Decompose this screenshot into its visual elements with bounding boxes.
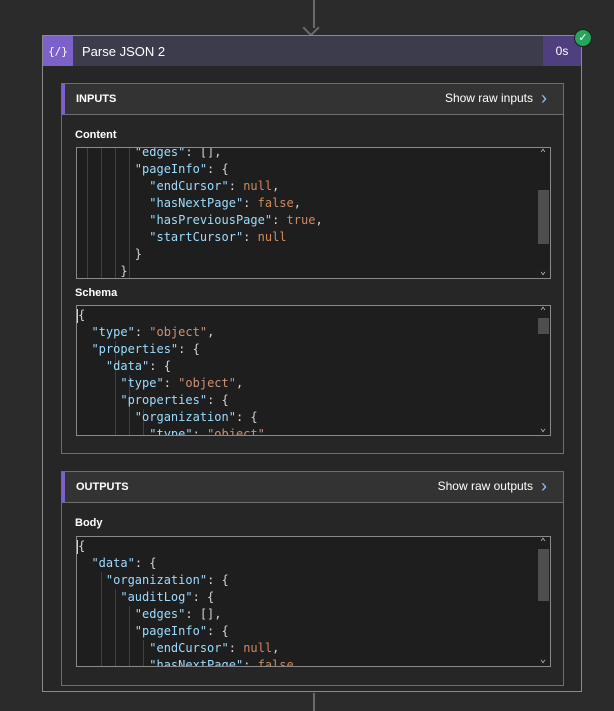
action-header[interactable]: {/} Parse JSON 2 0s — [43, 36, 581, 66]
chevron-up-icon[interactable]: ⌃ — [536, 148, 550, 160]
arrow-down-icon — [302, 19, 320, 37]
content-scroll-thumb[interactable] — [538, 190, 549, 244]
content-code-viewer[interactable]: "edges": [], "pageInfo": { "endCursor": … — [76, 147, 551, 279]
content-label: Content — [75, 129, 117, 141]
inputs-section: INPUTS Show raw inputs › Content "edges"… — [61, 83, 564, 454]
show-raw-inputs-link[interactable]: Show raw inputs › — [444, 88, 547, 108]
outputs-title: OUTPUTS — [76, 481, 129, 493]
schema-scroll-thumb[interactable] — [538, 318, 549, 334]
body-label: Body — [75, 517, 103, 529]
chevron-down-icon[interactable]: ⌄ — [536, 654, 550, 666]
action-title: Parse JSON 2 — [82, 44, 166, 59]
chevron-down-icon[interactable]: ⌄ — [536, 423, 550, 435]
chevron-down-icon[interactable]: ⌄ — [536, 266, 550, 278]
chevron-right-icon: › — [541, 88, 547, 108]
schema-scrollbar[interactable]: ⌃ ⌄ — [536, 306, 550, 435]
content-code-lines: "edges": [], "pageInfo": { "endCursor": … — [77, 148, 323, 278]
checkmark-icon: ✓ — [574, 29, 592, 47]
show-raw-inputs-label: Show raw inputs — [444, 91, 533, 105]
chevron-up-icon[interactable]: ⌃ — [536, 306, 550, 318]
flow-connector-bottom — [313, 693, 315, 711]
body-scrollbar[interactable]: ⌃ ⌄ — [536, 537, 550, 666]
outputs-header: OUTPUTS Show raw outputs › — [62, 472, 563, 503]
schema-code-lines: { "type": "object", "properties": { "dat… — [77, 308, 265, 435]
show-raw-outputs-link[interactable]: Show raw outputs › — [437, 476, 547, 496]
body-code-lines: { "data": { "organization": { "auditLog"… — [77, 539, 301, 666]
schema-code-viewer[interactable]: { "type": "object", "properties": { "dat… — [76, 305, 551, 436]
body-scroll-thumb[interactable] — [538, 549, 549, 601]
chevron-right-icon: › — [541, 476, 547, 496]
inputs-header: INPUTS Show raw inputs › — [62, 84, 563, 115]
content-scrollbar[interactable]: ⌃ ⌄ — [536, 148, 550, 278]
json-braces-icon: {/} — [43, 36, 73, 66]
body-code-viewer[interactable]: { "data": { "organization": { "auditLog"… — [76, 536, 551, 667]
show-raw-outputs-label: Show raw outputs — [437, 479, 533, 493]
schema-label: Schema — [75, 287, 118, 299]
inputs-title: INPUTS — [76, 93, 117, 105]
outputs-section: OUTPUTS Show raw outputs › Body { "data"… — [61, 471, 564, 686]
parse-json-action-card[interactable]: {/} Parse JSON 2 0s INPUTS Show raw inpu… — [42, 35, 582, 692]
chevron-up-icon[interactable]: ⌃ — [536, 537, 550, 549]
